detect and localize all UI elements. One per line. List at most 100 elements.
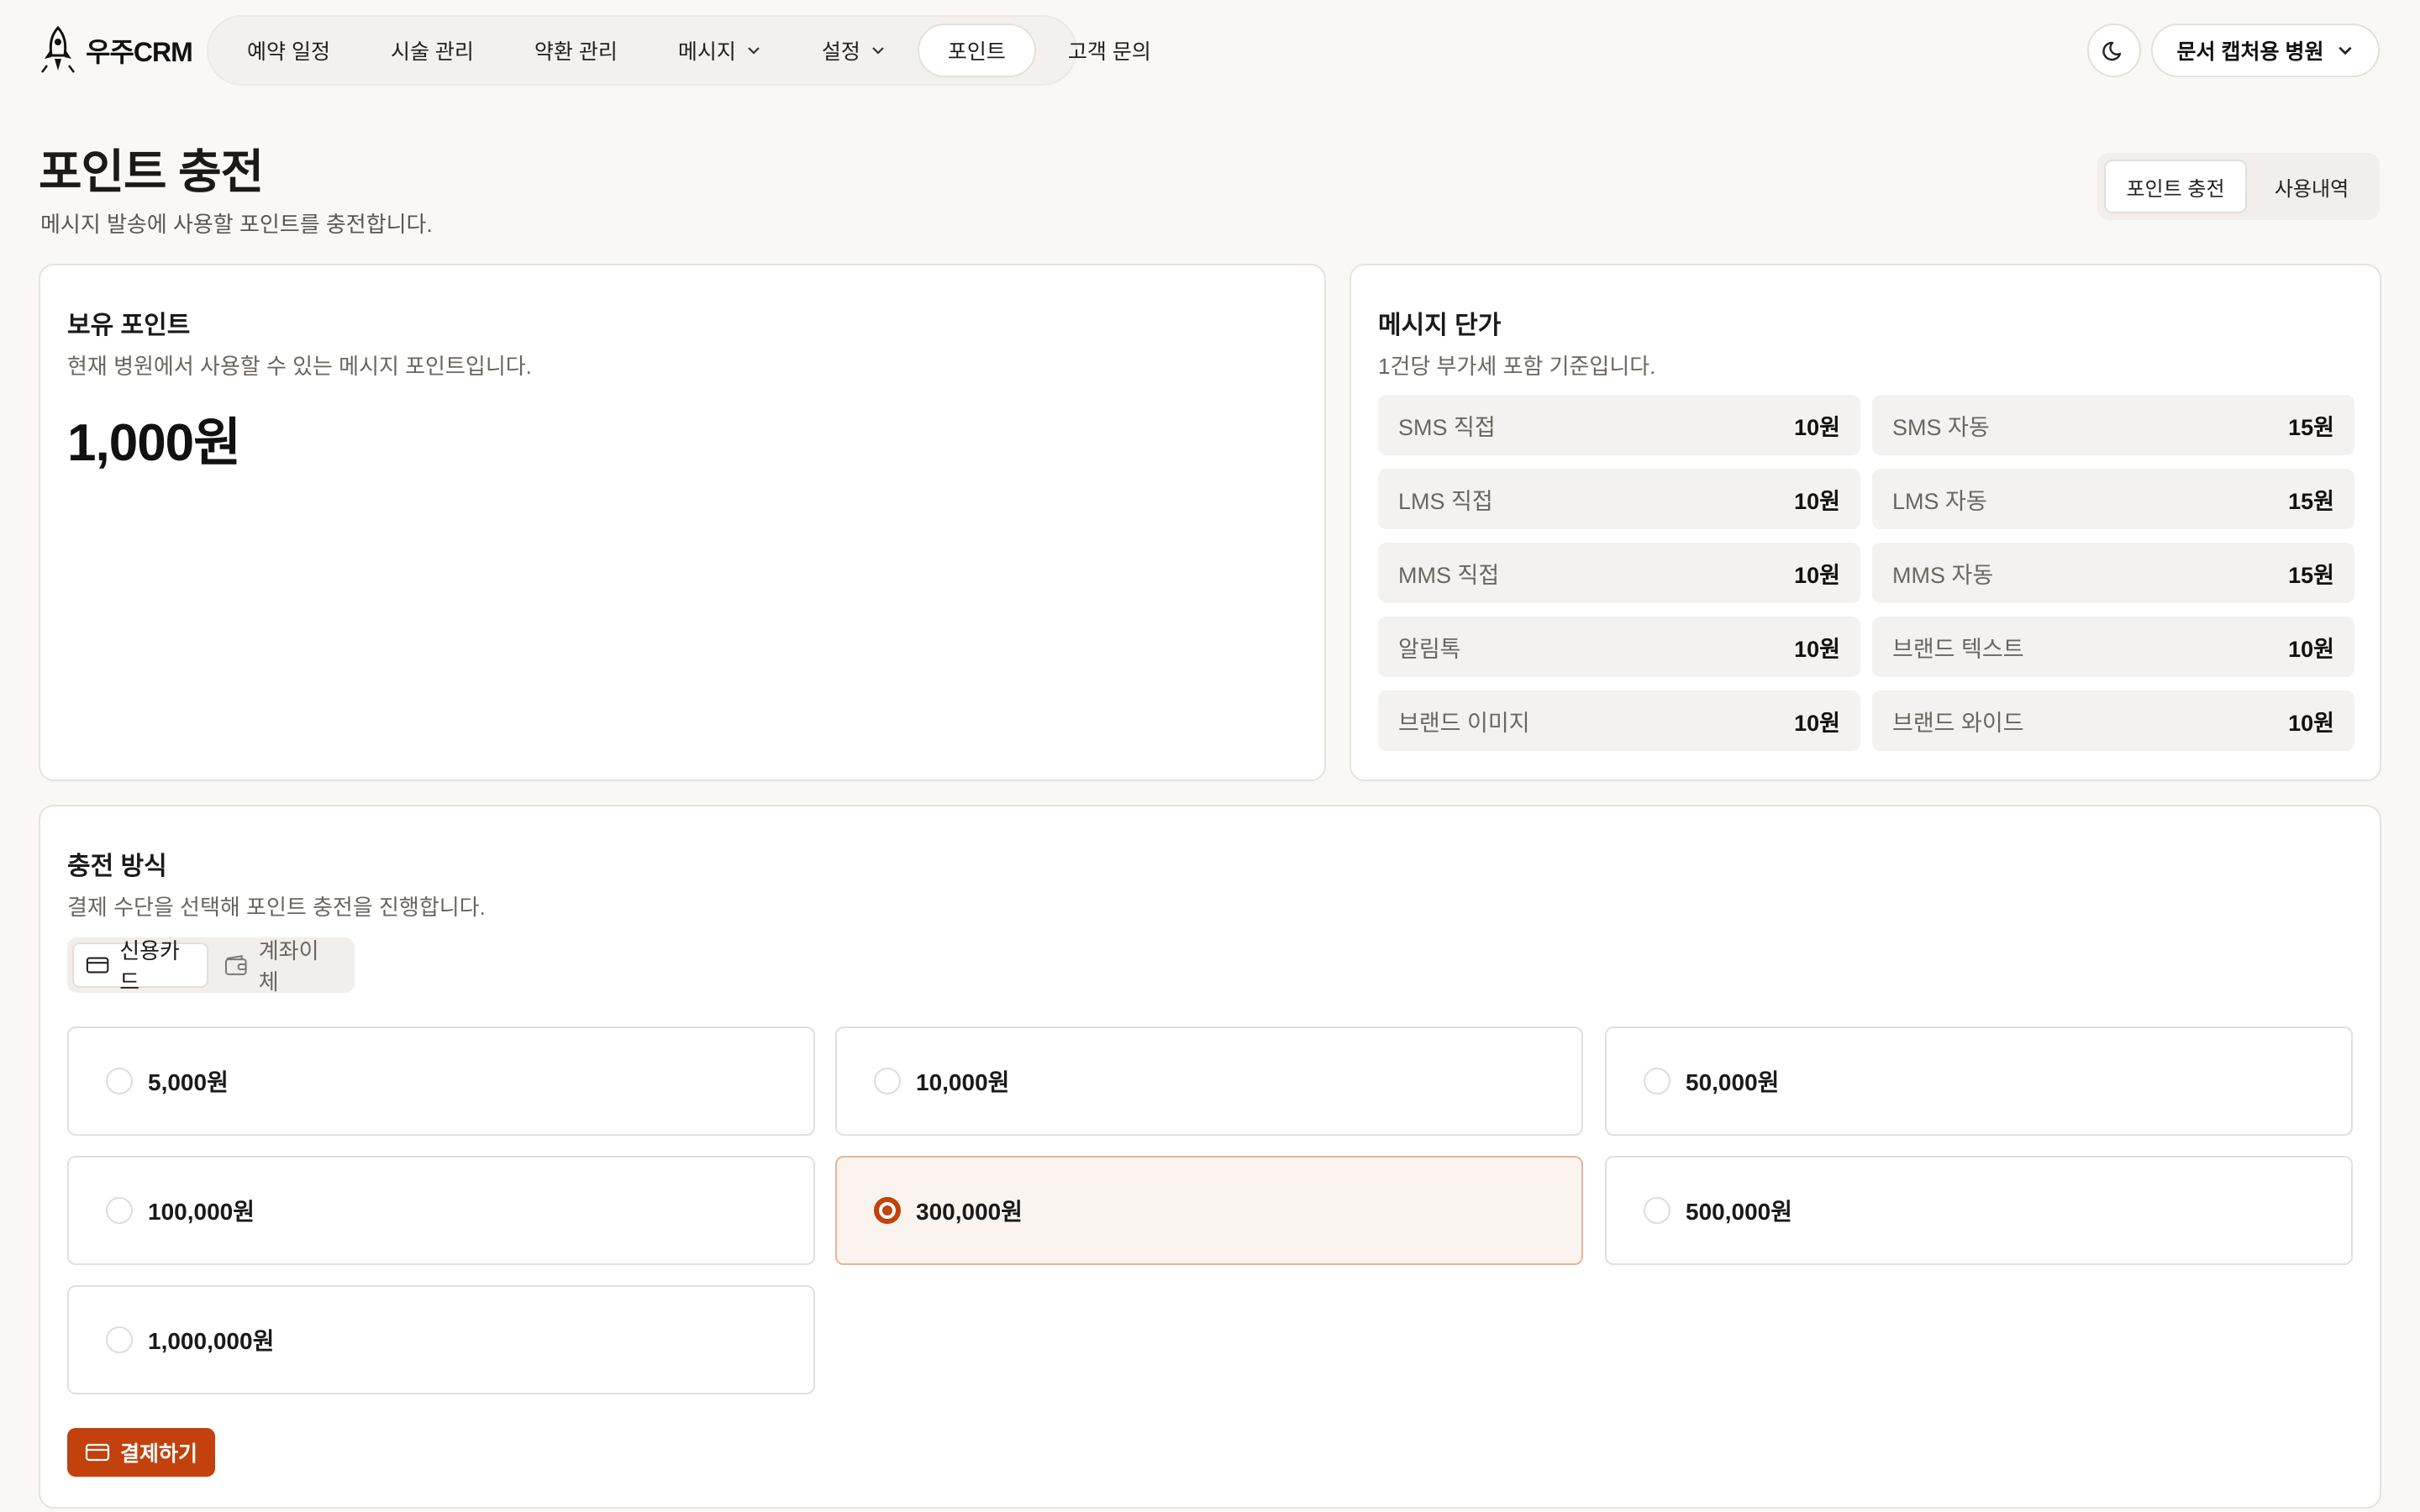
nav-item-points[interactable]: 포인트 xyxy=(917,24,1036,77)
payment-method-tabs: 신용카드 계좌이체 xyxy=(67,937,355,995)
amount-label: 5,000원 xyxy=(148,1069,229,1095)
price-item: SMS 자동 15원 xyxy=(1872,395,2354,455)
price-item: LMS 직접 10원 xyxy=(1378,469,1860,529)
nav-item-label: 포인트 xyxy=(947,40,1006,64)
rocket-icon xyxy=(41,25,75,73)
tab-charge[interactable]: 포인트 충전 xyxy=(2104,160,2247,213)
pay-button-label: 결제하기 xyxy=(119,1442,197,1466)
price-value: 10원 xyxy=(1794,488,1840,514)
page-title: 포인트 충전 xyxy=(39,145,264,198)
price-item: 알림톡 10원 xyxy=(1378,617,1860,677)
clinic-name: 문서 캡처용 병원 xyxy=(2176,40,2324,64)
amount-label: 500,000원 xyxy=(1686,1199,1792,1225)
page-tabs: 포인트 충전 사용내역 xyxy=(2097,153,2380,220)
price-card: 메시지 단가 1건당 부가세 포함 기준입니다. SMS 직접 10원 SMS … xyxy=(1349,264,2381,781)
radio-button[interactable] xyxy=(106,1068,133,1095)
main-nav: 예약 일정 시술 관리 약환 관리 메시지 설정 포인트 고객 문의 xyxy=(207,15,1151,86)
price-value: 10원 xyxy=(1794,414,1840,440)
nav-item-label: 예약 일정 xyxy=(247,40,330,64)
price-value: 10원 xyxy=(2288,710,2334,736)
top-navigation: 우주CRM 예약 일정 시술 관리 약환 관리 메시지 설정 포인트 고객 문의 xyxy=(0,0,2420,99)
amount-option[interactable]: 5,000원 xyxy=(67,1026,815,1136)
price-item: SMS 직접 10원 xyxy=(1378,395,1860,455)
amount-option[interactable]: 500,000원 xyxy=(1605,1156,2353,1265)
balance-card-title: 보유 포인트 xyxy=(67,312,191,339)
price-label: 브랜드 텍스트 xyxy=(1892,636,2024,662)
amount-option[interactable]: 10,000원 xyxy=(835,1026,1583,1136)
radio-button[interactable] xyxy=(874,1068,901,1095)
balance-amount: 1,000원 xyxy=(67,414,241,472)
charge-card-title: 충전 방식 xyxy=(67,853,167,880)
price-value: 10원 xyxy=(1794,710,1840,736)
nav-item-procedures[interactable]: 시술 관리 xyxy=(362,24,502,77)
chevron-down-icon xyxy=(748,47,760,55)
price-value: 10원 xyxy=(1794,562,1840,588)
radio-button[interactable] xyxy=(1644,1197,1670,1224)
price-item: 브랜드 텍스트 10원 xyxy=(1872,617,2354,677)
method-credit-card[interactable]: 신용카드 xyxy=(72,938,209,995)
amount-label: 10,000원 xyxy=(916,1069,1010,1095)
nav-item-agreements[interactable]: 약환 관리 xyxy=(506,24,646,77)
price-item: 브랜드 이미지 10원 xyxy=(1378,690,1860,751)
chevron-down-icon xyxy=(2338,46,2353,55)
amount-option[interactable]: 100,000원 xyxy=(67,1156,815,1265)
moon-icon xyxy=(2102,41,2122,61)
amount-option[interactable]: 1,000,000원 xyxy=(67,1285,815,1394)
theme-toggle-button[interactable] xyxy=(2087,24,2141,77)
nav-item-label: 고객 문의 xyxy=(1067,40,1151,64)
charge-card: 충전 방식 결제 수단을 선택해 포인트 충전을 진행합니다. 신용카드 계좌이… xyxy=(39,805,2381,1509)
method-label: 신용카드 xyxy=(119,938,180,995)
amount-option-selected[interactable]: 300,000원 xyxy=(835,1156,1583,1265)
price-label: LMS 직접 xyxy=(1398,488,1493,514)
price-label: MMS 자동 xyxy=(1892,562,1994,588)
tab-history[interactable]: 사용내역 xyxy=(2250,160,2373,213)
nav-item-messages[interactable]: 메시지 xyxy=(650,24,790,77)
amount-label: 50,000원 xyxy=(1686,1069,1780,1095)
price-label: 알림톡 xyxy=(1398,636,1461,662)
wallet-icon xyxy=(225,955,247,975)
amount-option[interactable]: 50,000원 xyxy=(1605,1026,2353,1136)
price-value: 10원 xyxy=(1794,636,1840,662)
app-logo[interactable]: 우주CRM xyxy=(39,25,193,76)
price-label: 브랜드 이미지 xyxy=(1398,710,1530,736)
price-item: 브랜드 와이드 10원 xyxy=(1872,690,2354,751)
price-item: MMS 자동 15원 xyxy=(1872,543,2354,603)
price-value: 15원 xyxy=(2288,562,2334,588)
price-label: LMS 자동 xyxy=(1892,488,1987,514)
price-card-title: 메시지 단가 xyxy=(1378,312,1502,339)
pay-button[interactable]: 결제하기 xyxy=(67,1428,215,1477)
nav-item-label: 약환 관리 xyxy=(534,40,618,64)
charge-card-subtitle: 결제 수단을 선택해 포인트 충전을 진행합니다. xyxy=(67,895,486,920)
radio-button[interactable] xyxy=(106,1326,133,1353)
price-value: 15원 xyxy=(2288,414,2334,440)
price-item: MMS 직접 10원 xyxy=(1378,543,1860,603)
price-value: 15원 xyxy=(2288,488,2334,514)
nav-item-settings[interactable]: 설정 xyxy=(793,24,914,77)
nav-item-label: 메시지 xyxy=(677,40,736,64)
method-label: 계좌이체 xyxy=(258,938,319,995)
nav-item-label: 시술 관리 xyxy=(390,40,474,64)
price-card-subtitle: 1건당 부가세 포함 기준입니다. xyxy=(1378,354,1656,379)
nav-item-label: 설정 xyxy=(821,40,860,64)
radio-button-checked[interactable] xyxy=(874,1197,901,1224)
amount-label: 100,000원 xyxy=(148,1199,255,1225)
radio-button[interactable] xyxy=(1644,1068,1670,1095)
page-subtitle: 메시지 발송에 사용할 포인트를 충전합니다. xyxy=(40,212,433,237)
nav-item-reservations[interactable]: 예약 일정 xyxy=(218,24,359,77)
amount-label: 300,000원 xyxy=(916,1199,1023,1225)
balance-card-subtitle: 현재 병원에서 사용할 수 있는 메시지 포인트입니다. xyxy=(67,354,532,379)
price-item: LMS 자동 15원 xyxy=(1872,469,2354,529)
amount-label: 1,000,000원 xyxy=(148,1328,275,1354)
nav-item-support[interactable]: 고객 문의 xyxy=(1039,24,1180,77)
method-bank-transfer[interactable]: 계좌이체 xyxy=(212,938,350,995)
credit-card-icon xyxy=(86,957,109,974)
app-name: 우주CRM xyxy=(86,37,193,67)
clinic-selector[interactable]: 문서 캡처용 병원 xyxy=(2151,24,2380,77)
price-label: SMS 자동 xyxy=(1892,414,1990,440)
price-value: 10원 xyxy=(2288,636,2334,662)
price-label: 브랜드 와이드 xyxy=(1892,710,2024,736)
radio-button[interactable] xyxy=(106,1197,133,1224)
price-label: MMS 직접 xyxy=(1398,562,1500,588)
price-label: SMS 직접 xyxy=(1398,414,1496,440)
chevron-down-icon xyxy=(872,47,884,55)
